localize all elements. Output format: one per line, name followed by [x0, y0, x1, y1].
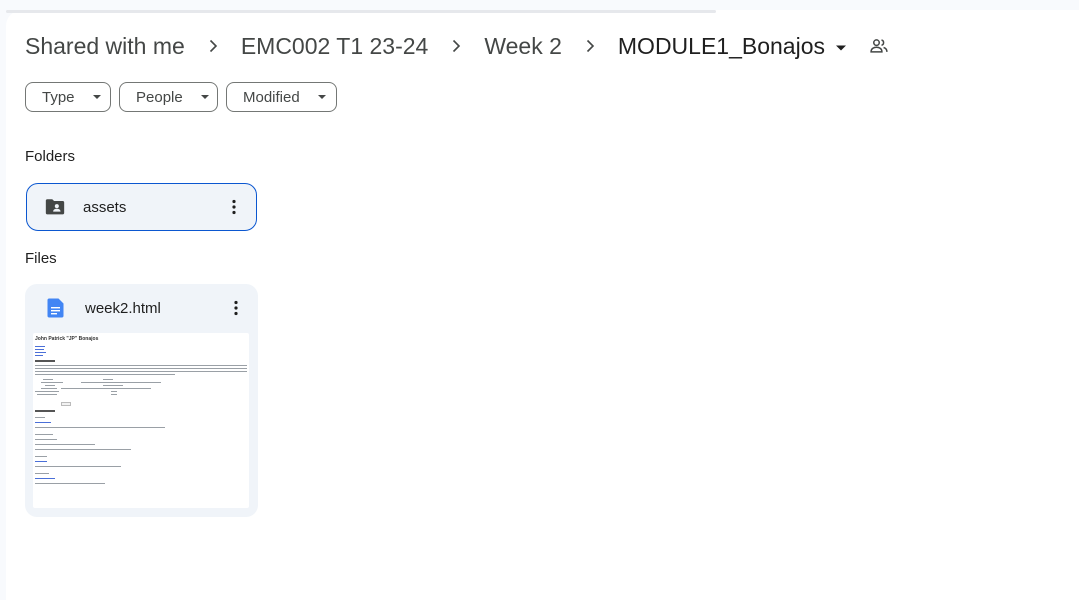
horizontal-scrollbar[interactable]	[6, 10, 716, 13]
files-section-heading: Files	[25, 250, 57, 267]
file-item[interactable]: week2.html John Patrick "JP" Bonajos	[25, 284, 258, 517]
type-filter-chip[interactable]: Type	[25, 82, 111, 112]
more-options-icon[interactable]	[224, 296, 248, 320]
breadcrumb-item-shared-with-me[interactable]: Shared with me	[25, 33, 185, 60]
caret-down-icon	[92, 92, 102, 102]
breadcrumb: Shared with me EMC002 T1 23-24 Week 2 MO…	[25, 30, 889, 62]
type-filter-label: Type	[42, 88, 75, 106]
caret-down-icon	[825, 33, 847, 60]
filter-chips: Type People Modified	[25, 82, 337, 112]
folder-item[interactable]: assets	[26, 183, 257, 231]
preview-title: John Patrick "JP" Bonajos	[35, 336, 99, 342]
more-options-icon[interactable]	[222, 195, 246, 219]
breadcrumb-item-course[interactable]: EMC002 T1 23-24	[241, 33, 429, 60]
file-card-header: week2.html	[25, 284, 258, 332]
chevron-right-icon	[428, 39, 484, 53]
main-panel: Shared with me EMC002 T1 23-24 Week 2 MO…	[6, 10, 1079, 600]
people-filter-chip[interactable]: People	[119, 82, 218, 112]
caret-down-icon	[317, 92, 327, 102]
preview-button	[61, 402, 71, 406]
breadcrumb-current-folder[interactable]: MODULE1_Bonajos	[618, 33, 847, 60]
chevron-right-icon	[562, 39, 618, 53]
modified-filter-label: Modified	[243, 88, 300, 106]
current-folder-label: MODULE1_Bonajos	[617, 32, 825, 59]
modified-filter-chip[interactable]: Modified	[226, 82, 337, 112]
shared-folder-icon	[44, 196, 66, 218]
file-name: week2.html	[85, 299, 161, 317]
people-filter-label: People	[136, 88, 183, 106]
chevron-right-icon	[185, 39, 241, 53]
shared-people-icon[interactable]	[869, 36, 889, 56]
breadcrumb-item-week[interactable]: Week 2	[484, 33, 562, 60]
folders-section-heading: Folders	[25, 148, 76, 165]
file-preview-thumbnail: John Patrick "JP" Bonajos	[33, 333, 249, 508]
caret-down-icon	[200, 92, 210, 102]
folder-name: assets	[83, 198, 127, 216]
docs-file-icon	[47, 298, 65, 318]
